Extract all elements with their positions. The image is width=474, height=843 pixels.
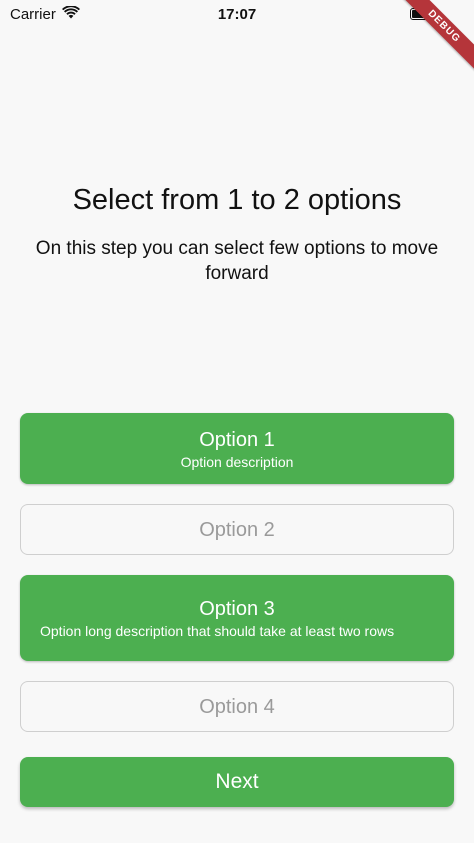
status-right [410, 8, 439, 20]
status-bar: Carrier 17:07 [0, 0, 474, 28]
option-title: Option 3 [199, 598, 275, 620]
option-title: Option 4 [199, 695, 275, 718]
status-left: Carrier [10, 4, 80, 23]
option-2-button[interactable]: Option 2 [20, 504, 454, 555]
page-title: Select from 1 to 2 options [72, 184, 402, 216]
wifi-icon [61, 4, 80, 23]
option-1-button[interactable]: Option 1 Option description [20, 413, 454, 484]
option-4-button[interactable]: Option 4 [20, 681, 454, 732]
option-description: Option description [180, 453, 294, 470]
option-description: Option long description that should take… [40, 623, 395, 639]
carrier-label: Carrier [10, 5, 56, 23]
next-button[interactable]: Next [20, 757, 454, 807]
battery-fill [412, 10, 434, 18]
option-3-button[interactable]: Option 3 Option long description that sh… [20, 575, 454, 661]
option-title: Option 2 [199, 518, 275, 541]
page-subtitle: On this step you can select few options … [35, 238, 439, 284]
screen: Carrier 17:07 DEBUG Select from 1 to 2 o… [0, 0, 474, 843]
next-button-label: Next [215, 770, 259, 793]
option-title: Option 1 [199, 428, 275, 451]
battery-icon [410, 8, 439, 20]
